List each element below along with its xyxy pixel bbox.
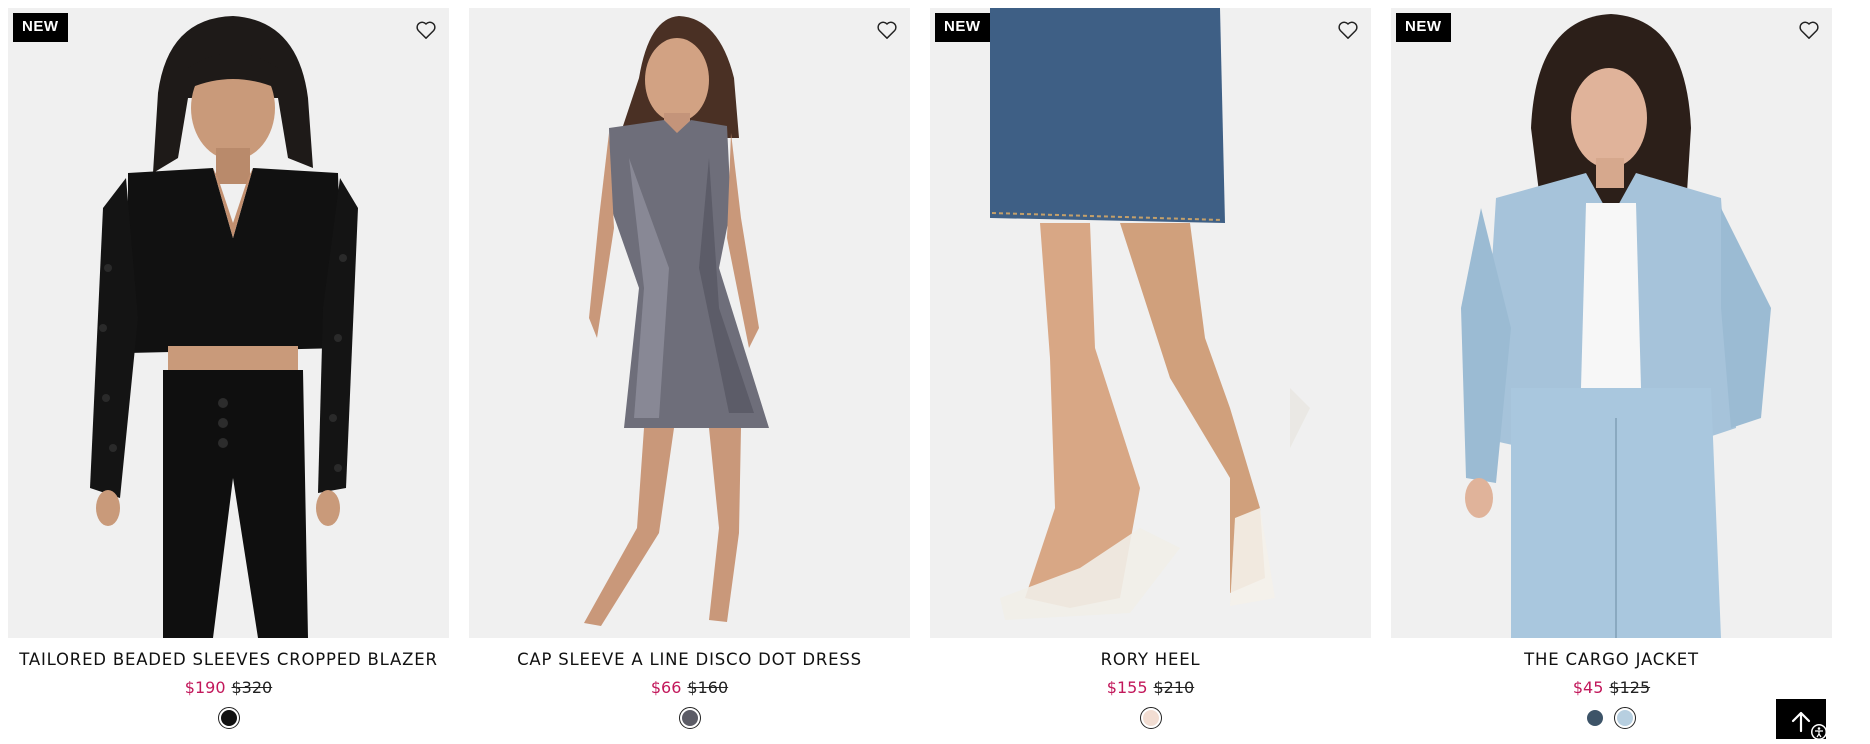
color-swatch-nude[interactable]	[1139, 707, 1162, 729]
color-swatch-dark-denim[interactable]	[1587, 710, 1604, 726]
model-in-sequin-dress-image	[584, 16, 769, 626]
original-price: $125	[1609, 678, 1651, 697]
product-card[interactable]: CAP SLEEVE A LINE DISCO DOT DRESS $66 $16…	[469, 8, 910, 731]
price-row: $190 $320	[8, 678, 449, 697]
color-swatches	[469, 707, 910, 731]
product-image[interactable]	[469, 8, 910, 638]
heart-outline-icon[interactable]	[1337, 20, 1359, 40]
product-image[interactable]: NEW	[930, 8, 1371, 638]
color-swatch-silver[interactable]	[678, 707, 701, 729]
heart-outline-icon[interactable]	[415, 20, 437, 40]
new-badge: NEW	[1396, 13, 1451, 42]
price-row: $155 $210	[930, 678, 1371, 697]
sale-price: $190	[184, 678, 226, 697]
sale-price: $155	[1106, 678, 1148, 697]
product-card[interactable]: NEW RORY HEEL $155 $210	[930, 8, 1371, 731]
back-to-top-button[interactable]	[1776, 699, 1828, 741]
product-title[interactable]: THE CARGO JACKET	[1391, 650, 1832, 669]
original-price: $160	[687, 678, 729, 697]
color-swatches	[930, 707, 1371, 731]
product-title[interactable]: RORY HEEL	[930, 650, 1371, 669]
price-row: $45 $125	[1391, 678, 1832, 697]
price-row: $66 $160	[469, 678, 910, 697]
product-image[interactable]: NEW	[8, 8, 449, 638]
product-title[interactable]: CAP SLEEVE A LINE DISCO DOT DRESS	[469, 650, 910, 669]
product-card[interactable]: NEW THE CARGO JACKET $45 $125	[1391, 8, 1832, 731]
color-swatch-black[interactable]	[217, 707, 240, 729]
heart-outline-icon[interactable]	[1798, 20, 1820, 40]
heart-outline-icon[interactable]	[876, 20, 898, 40]
color-swatches	[1391, 707, 1832, 731]
model-in-denim-jacket-image	[1461, 14, 1771, 638]
sale-price: $45	[1572, 678, 1604, 697]
product-image[interactable]: NEW	[1391, 8, 1832, 638]
model-in-blazer-image	[90, 16, 358, 638]
product-grid: NEW TAILORED BEADED SLEEVES CROPPED BLAZ…	[0, 0, 1870, 737]
original-price: $320	[231, 678, 273, 697]
original-price: $210	[1153, 678, 1195, 697]
new-badge: NEW	[13, 13, 68, 42]
new-badge: NEW	[935, 13, 990, 42]
color-swatches	[8, 707, 449, 731]
color-swatch-light-denim[interactable]	[1613, 707, 1636, 729]
sale-price: $66	[650, 678, 682, 697]
product-card[interactable]: NEW TAILORED BEADED SLEEVES CROPPED BLAZ…	[8, 8, 449, 731]
product-title[interactable]: TAILORED BEADED SLEEVES CROPPED BLAZER	[8, 650, 449, 669]
accessibility-icon[interactable]	[1810, 723, 1828, 741]
model-wearing-clear-heels-image	[990, 8, 1310, 620]
